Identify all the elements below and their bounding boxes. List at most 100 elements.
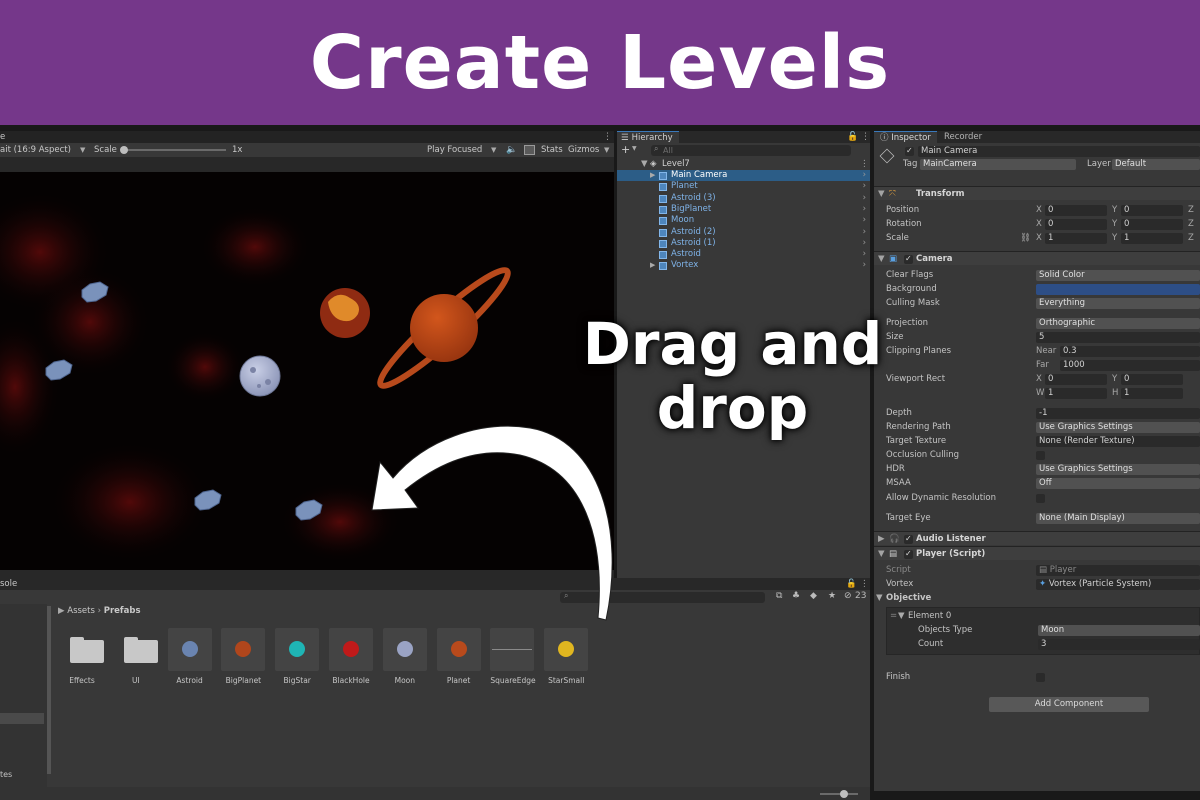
add-icon[interactable]: +	[621, 143, 630, 157]
background-color-swatch[interactable]	[1036, 284, 1200, 295]
link-icon[interactable]: ⛓	[1020, 232, 1031, 244]
zoom-slider-track[interactable]	[820, 793, 858, 795]
msaa-dropdown[interactable]: Off	[1036, 478, 1200, 489]
chevron-right-icon[interactable]: ›	[863, 181, 866, 192]
chevron-right-icon[interactable]: ›	[863, 238, 866, 249]
vp-h-field[interactable]: 1	[1121, 388, 1183, 399]
asset-item[interactable]: Effects	[60, 628, 104, 685]
add-component-button[interactable]: Add Component	[989, 697, 1149, 712]
asset-item[interactable]: BigPlanet	[221, 628, 266, 685]
hierarchy-item[interactable]: BigPlanet ›	[617, 204, 870, 215]
chevron-right-icon[interactable]: ›	[863, 260, 866, 271]
hierarchy-item[interactable]: Astroid (1) ›	[617, 238, 870, 249]
audio-listener-checkbox[interactable]	[904, 532, 913, 546]
player-script-checkbox[interactable]	[904, 547, 913, 561]
rotation-x-field[interactable]: 0	[1045, 219, 1107, 230]
vortex-field[interactable]: ✦ Vortex (Particle System)	[1036, 579, 1200, 590]
asset-item[interactable]: Moon	[382, 628, 427, 685]
finish-checkbox[interactable]	[1036, 673, 1045, 682]
folder-tree-selected-row[interactable]	[0, 713, 44, 724]
audio-listener-header[interactable]: ▶ 🎧 Audio Listener	[874, 531, 1200, 546]
chevron-right-icon[interactable]: ›	[863, 249, 866, 260]
asset-item[interactable]: Astroid	[167, 628, 212, 685]
filter-icon[interactable]: ⧉	[776, 591, 782, 601]
stats-button[interactable]: Stats	[541, 145, 563, 155]
kebab-menu-icon[interactable]: ⋮	[861, 131, 870, 143]
scale-x-field[interactable]: 1	[1045, 233, 1107, 244]
scale-slider-track[interactable]	[126, 149, 226, 151]
transform-header[interactable]: ▼ ⤧ Transform	[874, 186, 1200, 200]
type-filter-icon[interactable]: ♣	[792, 591, 800, 601]
far-field[interactable]: 1000	[1060, 360, 1200, 371]
aspect-dropdown[interactable]: ait (16:9 Aspect)	[0, 145, 71, 155]
label-icon[interactable]: ◆	[810, 591, 817, 601]
hierarchy-item[interactable]: Astroid (3) ›	[617, 193, 870, 204]
camera-header[interactable]: ▼ ▣ Camera	[874, 251, 1200, 266]
chevron-right-icon[interactable]: ›	[863, 215, 866, 226]
expand-arrow-icon[interactable]: ▶	[650, 260, 655, 271]
breadcrumb-prefabs[interactable]: Prefabs	[104, 606, 141, 616]
scene-row[interactable]: ▼ ◈ Level7 ⋮	[617, 159, 870, 170]
hierarchy-item[interactable]: ▶ Main Camera ›	[617, 170, 870, 181]
hidden-packages-icon[interactable]: ⊘	[844, 591, 852, 601]
layer-dropdown[interactable]: Default	[1112, 159, 1200, 170]
tab-inspector[interactable]: ⓘ Inspector	[874, 131, 937, 143]
target-texture-field[interactable]: None (Render Texture)	[1036, 436, 1200, 447]
kebab-menu-icon[interactable]: ⋮	[603, 131, 612, 143]
objects-type-dropdown[interactable]: Moon	[1038, 625, 1200, 636]
expand-arrow-icon[interactable]: ▼	[898, 610, 905, 622]
star-icon[interactable]: ★	[828, 591, 836, 601]
asset-item[interactable]: BigStar	[275, 628, 320, 685]
projection-dropdown[interactable]: Orthographic	[1036, 318, 1200, 329]
expand-arrow-icon[interactable]: ▼	[876, 592, 883, 604]
asset-item[interactable]: SquareEdge	[490, 628, 536, 685]
breadcrumb-assets[interactable]: Assets	[67, 606, 95, 616]
hierarchy-item[interactable]: Astroid ›	[617, 249, 870, 260]
tag-dropdown[interactable]: MainCamera	[920, 159, 1076, 170]
game-tab[interactable]: e	[0, 131, 5, 143]
near-field[interactable]: 0.3	[1060, 346, 1200, 357]
asset-item[interactable]: BlackHole	[329, 628, 373, 685]
active-checkbox[interactable]	[905, 145, 914, 157]
drag-handle-icon[interactable]: =	[890, 610, 897, 622]
target-eye-dropdown[interactable]: None (Main Display)	[1036, 513, 1200, 524]
expand-arrow-icon[interactable]: ▼	[641, 159, 648, 170]
project-search-input[interactable]	[560, 592, 765, 603]
asset-item[interactable]: UI	[114, 628, 158, 685]
hierarchy-item[interactable]: ▶ Vortex ›	[617, 260, 870, 271]
vp-w-field[interactable]: 1	[1045, 388, 1107, 399]
grid-icon[interactable]	[524, 145, 535, 155]
folder-tree-item-label[interactable]: tes	[0, 770, 12, 779]
position-y-field[interactable]: 0	[1121, 205, 1183, 216]
lock-icon[interactable]: 🔓	[847, 131, 858, 143]
folder-tree-scrollbar[interactable]	[47, 606, 51, 774]
asset-item[interactable]: Planet	[436, 628, 481, 685]
console-tab[interactable]: sole	[0, 578, 17, 590]
rendering-path-dropdown[interactable]: Use Graphics Settings	[1036, 422, 1200, 433]
dynamic-res-checkbox[interactable]	[1036, 494, 1045, 503]
project-folder-tree[interactable]: tes	[0, 604, 47, 794]
culling-mask-dropdown[interactable]: Everything	[1036, 298, 1200, 309]
scale-slider-handle[interactable]	[120, 146, 128, 154]
speaker-icon[interactable]: 🔈	[506, 145, 517, 155]
game-viewport[interactable]	[0, 172, 614, 570]
gizmos-button[interactable]: Gizmos	[568, 145, 599, 155]
hdr-dropdown[interactable]: Use Graphics Settings	[1036, 464, 1200, 475]
asset-item[interactable]: StarSmall	[544, 628, 589, 685]
chevron-right-icon[interactable]: ›	[863, 193, 866, 204]
hierarchy-item[interactable]: Moon ›	[617, 215, 870, 226]
position-x-field[interactable]: 0	[1045, 205, 1107, 216]
kebab-menu-icon[interactable]: ⋮	[860, 578, 869, 590]
rotation-y-field[interactable]: 0	[1121, 219, 1183, 230]
tab-recorder[interactable]: Recorder	[938, 131, 988, 143]
tab-hierarchy[interactable]: ☰ Hierarchy	[617, 131, 679, 143]
chevron-right-icon[interactable]: ›	[863, 170, 866, 181]
lock-icon[interactable]: 🔓	[846, 578, 857, 590]
chevron-right-icon[interactable]: ›	[863, 227, 866, 238]
player-script-header[interactable]: ▼ ▤ Player (Script)	[874, 546, 1200, 561]
size-field[interactable]: 5	[1036, 332, 1200, 343]
clear-flags-dropdown[interactable]: Solid Color	[1036, 270, 1200, 281]
vp-x-field[interactable]: 0	[1045, 374, 1107, 385]
scale-y-field[interactable]: 1	[1121, 233, 1183, 244]
hierarchy-item[interactable]: Planet ›	[617, 181, 870, 192]
